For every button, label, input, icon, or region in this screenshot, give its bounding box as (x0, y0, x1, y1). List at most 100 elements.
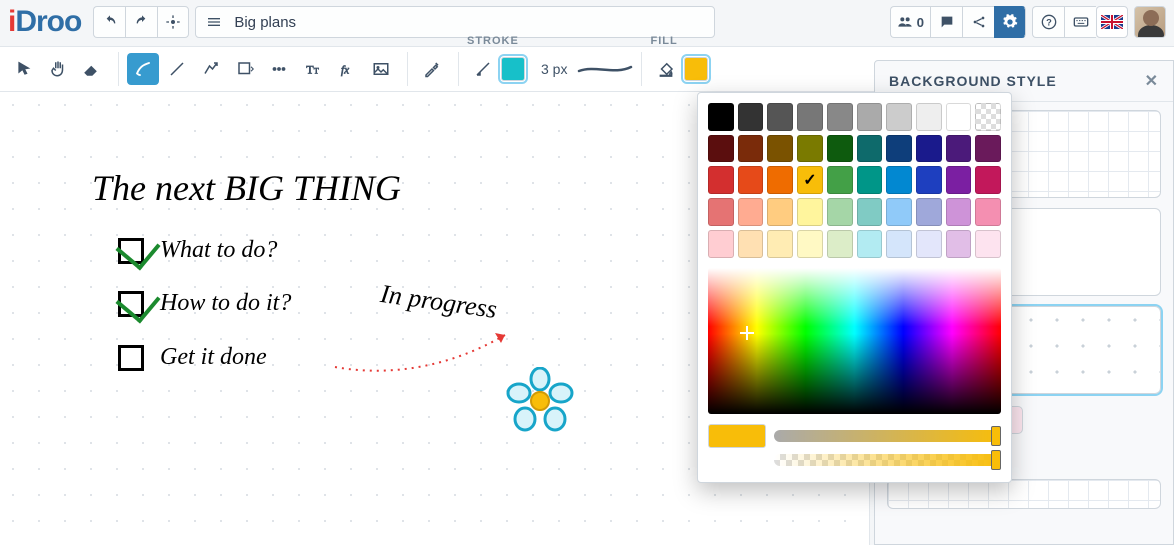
palette-cell[interactable] (975, 103, 1001, 131)
palette-cell[interactable] (886, 103, 912, 131)
redo-button[interactable] (125, 6, 157, 38)
palette-cell[interactable] (708, 166, 734, 194)
palette-cell[interactable] (767, 198, 793, 226)
palette-cell[interactable] (827, 103, 853, 131)
palette-cell[interactable] (797, 103, 823, 131)
share-button[interactable] (962, 6, 994, 38)
arrow-tool[interactable] (195, 53, 227, 85)
palette-cell[interactable] (767, 103, 793, 131)
palette-cell[interactable] (738, 166, 764, 194)
logo-droo: Droo (15, 5, 81, 38)
keyboard-button[interactable] (1064, 6, 1096, 38)
slider-thumb[interactable] (991, 450, 1001, 470)
eraser-tool[interactable] (76, 53, 108, 85)
palette-cell[interactable] (797, 166, 823, 194)
saturation-slider[interactable] (774, 430, 1001, 442)
pan-tool[interactable] (42, 53, 74, 85)
palette-cell[interactable] (738, 198, 764, 226)
palette-cell[interactable] (916, 230, 942, 258)
palette-cell[interactable] (827, 198, 853, 226)
palette-cell[interactable] (975, 166, 1001, 194)
user-avatar[interactable] (1134, 6, 1166, 38)
palette-cell[interactable] (886, 166, 912, 194)
bg-option-squares[interactable] (887, 479, 1161, 509)
stroke-label: STROKE (467, 35, 519, 47)
palette-cell[interactable] (857, 166, 883, 194)
image-tool[interactable] (365, 53, 397, 85)
palette-cell[interactable] (797, 230, 823, 258)
palette-cell[interactable] (738, 135, 764, 163)
text-tool[interactable]: TT (297, 53, 329, 85)
palette-cell[interactable] (767, 166, 793, 194)
palette-cell[interactable] (916, 198, 942, 226)
ellipsis-tool[interactable] (263, 53, 295, 85)
palette-cell[interactable] (857, 198, 883, 226)
palette-cell[interactable] (857, 135, 883, 163)
line-tool[interactable] (161, 53, 193, 85)
palette-cell[interactable] (738, 103, 764, 131)
formula-tool[interactable]: fx (331, 53, 363, 85)
palette-cell[interactable] (886, 135, 912, 163)
spectrum-cursor[interactable] (740, 326, 754, 340)
checkbox-icon (118, 238, 144, 264)
language-button[interactable] (1096, 6, 1128, 38)
palette-cell[interactable] (916, 135, 942, 163)
palette-cell[interactable] (827, 166, 853, 194)
help-button[interactable]: ? (1032, 6, 1064, 38)
stroke-preview[interactable] (577, 63, 633, 75)
locate-button[interactable] (157, 6, 189, 38)
app-logo: iDroo (8, 5, 81, 39)
document-title-field[interactable]: Big plans (195, 6, 715, 38)
close-icon[interactable]: ✕ (1145, 71, 1159, 91)
todo-text: How to do it? (160, 290, 291, 317)
stroke-style-button[interactable] (467, 53, 499, 85)
palette-cell[interactable] (975, 230, 1001, 258)
todo-text: Get it done (160, 344, 267, 371)
palette-cell[interactable] (975, 135, 1001, 163)
fill-color-swatch[interactable] (684, 57, 708, 81)
fill-bucket-button[interactable] (650, 53, 682, 85)
palette-cell[interactable] (857, 103, 883, 131)
alpha-slider[interactable] (774, 454, 1001, 466)
todo-item: How to do it? (118, 290, 291, 317)
pen-tool[interactable] (127, 53, 159, 85)
participants-button[interactable]: 0 (890, 6, 930, 38)
palette-cell[interactable] (946, 198, 972, 226)
top-bar: iDroo Big plans 0 ? (0, 0, 1174, 44)
settings-button[interactable] (994, 6, 1026, 38)
select-tool[interactable] (8, 53, 40, 85)
palette-cell[interactable] (827, 135, 853, 163)
fill-section: FILL (650, 53, 714, 85)
palette-cell[interactable] (708, 198, 734, 226)
slider-thumb[interactable] (991, 426, 1001, 446)
palette-cell[interactable] (797, 198, 823, 226)
palette-cell[interactable] (916, 103, 942, 131)
palette-cell[interactable] (708, 230, 734, 258)
palette-cell[interactable] (857, 230, 883, 258)
palette-cell[interactable] (708, 135, 734, 163)
chat-button[interactable] (930, 6, 962, 38)
undo-button[interactable] (93, 6, 125, 38)
svg-text:fx: fx (341, 65, 349, 77)
participants-count: 0 (917, 15, 924, 30)
shape-tool[interactable] (229, 53, 261, 85)
palette-cell[interactable] (797, 135, 823, 163)
palette-cell[interactable] (767, 230, 793, 258)
stroke-width-value[interactable]: 3 px (541, 61, 567, 77)
stroke-color-swatch[interactable] (501, 57, 525, 81)
palette-cell[interactable] (916, 166, 942, 194)
palette-cell[interactable] (946, 230, 972, 258)
palette-cell[interactable] (886, 198, 912, 226)
eyedropper-tool[interactable] (416, 53, 448, 85)
palette-cell[interactable] (946, 166, 972, 194)
palette-cell[interactable] (975, 198, 1001, 226)
svg-text:T: T (314, 67, 319, 76)
palette-cell[interactable] (827, 230, 853, 258)
palette-cell[interactable] (886, 230, 912, 258)
palette-cell[interactable] (708, 103, 734, 131)
palette-cell[interactable] (738, 230, 764, 258)
palette-cell[interactable] (946, 135, 972, 163)
palette-cell[interactable] (946, 103, 972, 131)
palette-cell[interactable] (767, 135, 793, 163)
color-spectrum[interactable] (708, 268, 1001, 414)
